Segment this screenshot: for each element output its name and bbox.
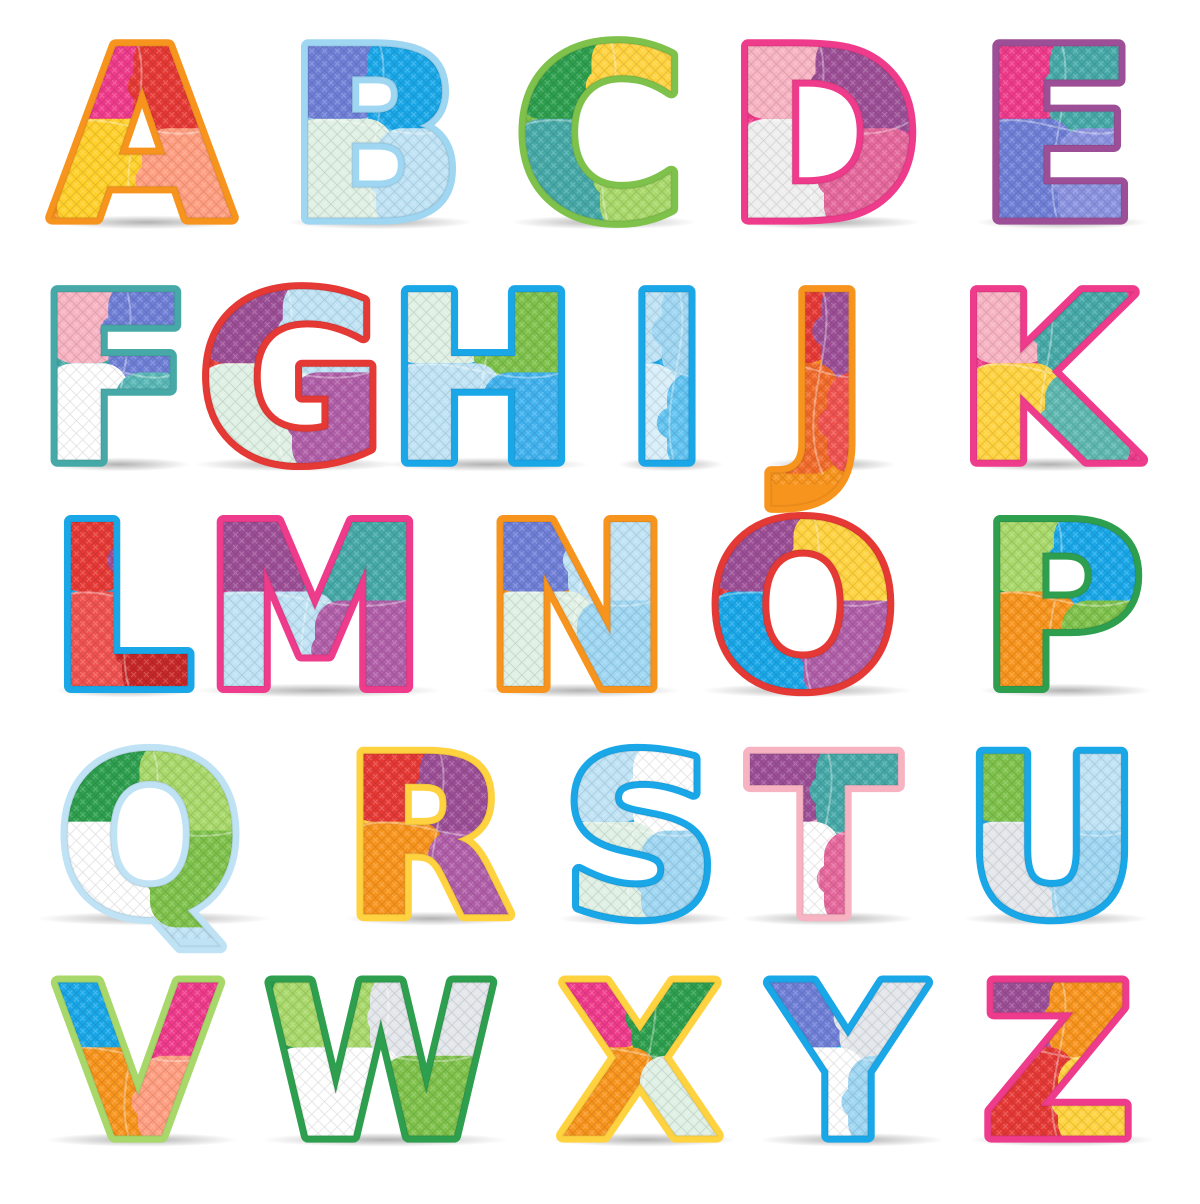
letter-outline: S: [562, 710, 720, 966]
letter-z: ZZ: [969, 934, 1155, 1193]
letter-outline: E: [978, 1, 1139, 274]
letter-w: WW: [258, 934, 509, 1193]
letter-a: AA: [44, 0, 240, 281]
letter-outline: W: [265, 941, 497, 1186]
letter-outline: T: [749, 710, 899, 966]
letter-outline: H: [387, 248, 580, 515]
letter-y: YY: [759, 934, 945, 1193]
letter-outline: L: [50, 478, 193, 740]
letter-i: II: [617, 241, 724, 522]
letter-g: GG: [191, 241, 399, 522]
letter-m: MM: [195, 471, 443, 747]
letter-d: DD: [719, 0, 928, 281]
letter-f: FF: [29, 241, 200, 522]
letter-outline: O: [707, 478, 898, 740]
letter-outline: K: [956, 248, 1142, 515]
letter-t: TT: [741, 703, 915, 973]
letter-outline: R: [343, 710, 512, 966]
letter-outline: X: [559, 941, 721, 1186]
letter-outline: Z: [982, 941, 1134, 1186]
letter-outline: Y: [769, 941, 927, 1186]
letter-outline: V: [57, 941, 220, 1186]
letter-outline: N: [483, 478, 671, 740]
letter-outline: I: [624, 248, 710, 515]
letter-outline: P: [980, 478, 1145, 740]
letter-s: SS: [555, 703, 732, 973]
letter-k: KK: [949, 241, 1149, 522]
letter-j: JJ: [764, 241, 897, 522]
letter-o: OO: [700, 471, 913, 747]
letter-outline: G: [198, 248, 387, 515]
letter-h: HH: [380, 241, 590, 522]
letter-q: QQ: [36, 703, 272, 973]
letter-x: XX: [551, 934, 737, 1193]
letter-outline: F: [36, 248, 193, 515]
letter-outline: C: [514, 1, 686, 274]
letter-u: UU: [956, 703, 1149, 973]
letter-b: BB: [279, 0, 473, 281]
letter-n: NN: [476, 471, 681, 747]
letter-e: EE: [971, 0, 1149, 281]
letter-r: RR: [336, 703, 519, 973]
letter-l: LL: [43, 471, 200, 747]
letter-outline: B: [286, 1, 465, 274]
letter-outline: Q: [56, 710, 243, 966]
letter-outline: M: [203, 478, 427, 740]
letter-outline: U: [963, 710, 1142, 966]
alphabet-svg: ABCDE FGHIJK LMNOP QRSTU VWXYZ AABBCCDDEE FFGG…: [29, 0, 1155, 1193]
letter-outline: J: [771, 248, 870, 515]
letter-outline: A: [51, 1, 233, 274]
letter-v: VV: [45, 934, 239, 1193]
letter-p: PP: [973, 471, 1153, 747]
letter-c: CC: [507, 0, 697, 281]
alphabet-puzzle-grid: ABCDE FGHIJK LMNOP QRSTU VWXYZ AABBCCDDEE FFGG…: [0, 0, 1200, 1200]
letter-outline: D: [726, 1, 921, 274]
